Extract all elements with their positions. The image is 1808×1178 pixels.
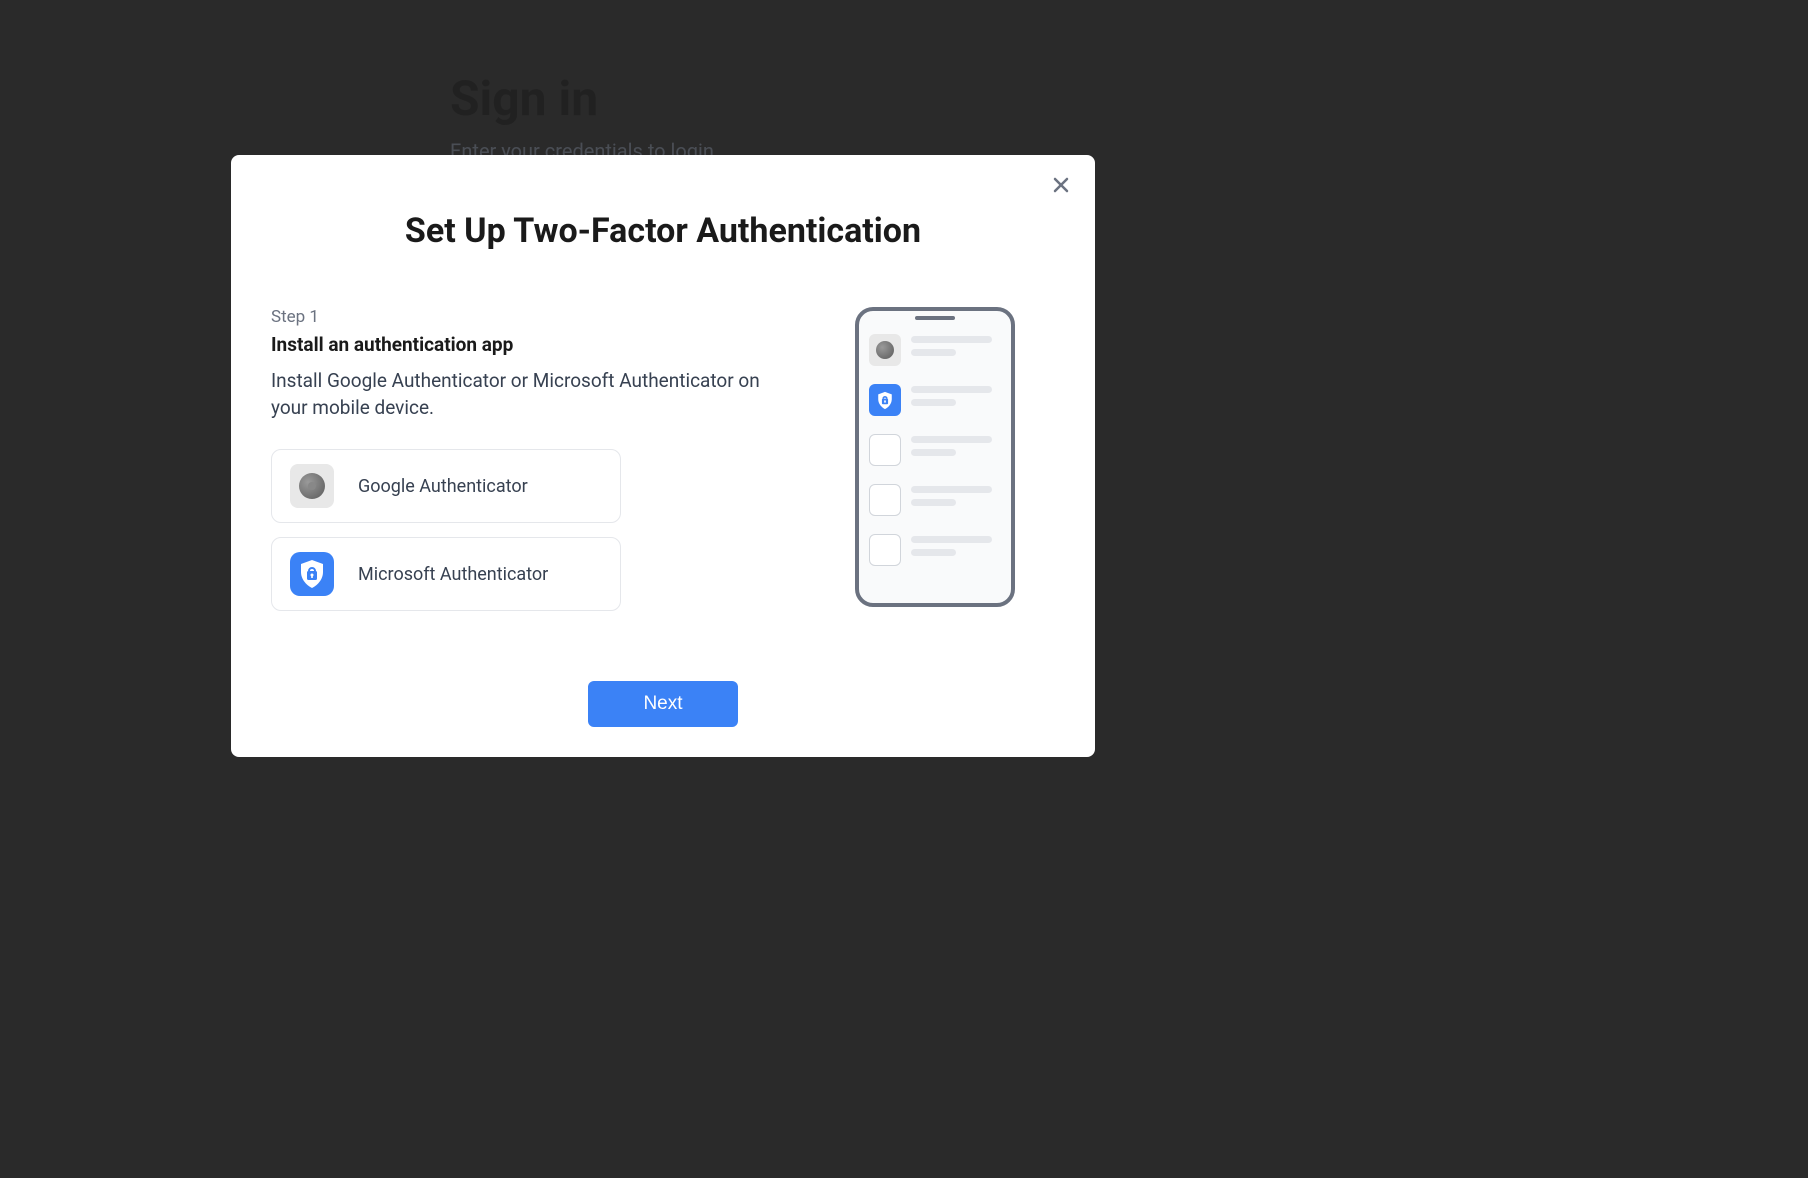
right-panel: [855, 307, 1055, 611]
app-label: Google Authenticator: [358, 476, 528, 497]
two-factor-setup-modal: Set Up Two-Factor Authentication Step 1 …: [231, 155, 1095, 757]
app-label: Microsoft Authenticator: [358, 564, 548, 585]
microsoft-authenticator-icon: [290, 552, 334, 596]
phone-empty-icon: [869, 534, 901, 566]
next-button[interactable]: Next: [588, 681, 737, 727]
step-description: Install Google Authenticator or Microsof…: [271, 368, 781, 421]
phone-empty-icon: [869, 434, 901, 466]
modal-title: Set Up Two-Factor Authentication: [251, 211, 1075, 251]
phone-microsoft-icon: [869, 384, 901, 416]
microsoft-authenticator-option[interactable]: Microsoft Authenticator: [271, 537, 621, 611]
google-authenticator-option[interactable]: Google Authenticator: [271, 449, 621, 523]
phone-empty-icon: [869, 484, 901, 516]
background-signin-panel: Sign in Enter your credentials to login: [450, 70, 714, 163]
signin-title: Sign in: [450, 70, 714, 127]
step-label: Step 1: [271, 307, 825, 327]
close-button[interactable]: [1049, 173, 1073, 197]
phone-google-icon: [869, 334, 901, 366]
google-authenticator-icon: [290, 464, 334, 508]
step-title: Install an authentication app: [271, 333, 825, 356]
close-icon: [1051, 175, 1071, 195]
modal-body: Step 1 Install an authentication app Ins…: [251, 307, 1075, 611]
left-panel: Step 1 Install an authentication app Ins…: [271, 307, 825, 611]
app-options: Google Authenticator Microsoft Authentic: [271, 449, 825, 611]
phone-illustration: [855, 307, 1015, 607]
